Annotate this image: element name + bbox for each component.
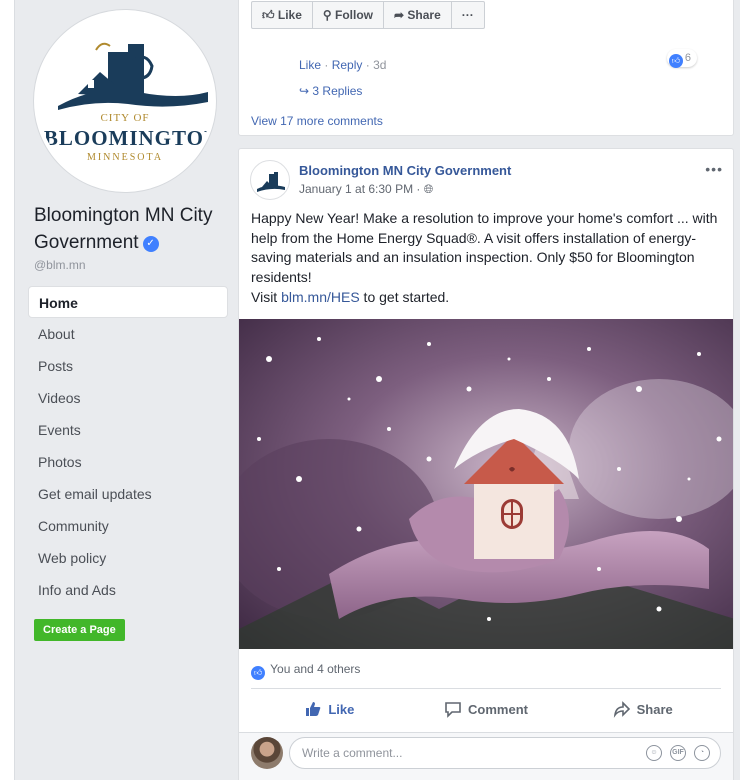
comment-input[interactable]: Write a comment... ☺ GIF ◔	[289, 737, 721, 769]
sticker-icon[interactable]: ◔	[694, 745, 710, 761]
separator-dot: ·	[365, 58, 374, 72]
previous-post-card: 👍︎ Like ⚲ Follow ➦ Share ··· Like · Repl…	[238, 0, 734, 136]
post-link-line: Visit blm.mn/HES to get started.	[251, 289, 449, 305]
page-share-button[interactable]: ➦ Share	[384, 2, 452, 28]
follow-button[interactable]: ⚲ Follow	[313, 2, 385, 28]
post-share-button[interactable]: Share	[564, 694, 721, 726]
logo-city-of-text: CITY OF	[100, 112, 150, 124]
post-author-link[interactable]: Bloomington MN City Government	[299, 163, 511, 178]
nav-item-videos[interactable]: Videos	[28, 382, 228, 414]
city-skyline-logo-icon	[58, 42, 208, 110]
share-arrow-icon: ➦	[394, 8, 408, 22]
post-link-suffix: to get started.	[359, 289, 450, 305]
page-action-bar: 👍︎ Like ⚲ Follow ➦ Share ···	[251, 1, 485, 29]
post-like-button[interactable]: Like	[251, 694, 408, 726]
page-like-button[interactable]: 👍︎ Like	[252, 2, 313, 28]
reply-arrow-icon: ↪	[299, 84, 313, 98]
comment-placeholder: Write a comment...	[302, 746, 403, 760]
thumbs-up-icon: 👍︎	[262, 8, 278, 22]
comment-reply-link[interactable]: Reply	[332, 58, 363, 72]
nav-item-events[interactable]: Events	[28, 414, 228, 446]
page-profile-picture[interactable]: CITY OF BLOOMINGTON MINNESOTA	[34, 10, 216, 192]
post-timestamp[interactable]: January 1 at 6:30 PM · 🌐︎	[299, 182, 433, 197]
post-card: Bloomington MN City Government January 1…	[238, 148, 734, 780]
nav-item-info-and-ads[interactable]: Info and Ads	[28, 574, 228, 606]
comment-actions: Like · Reply · 3d	[299, 58, 386, 72]
post-link-prefix: Visit	[251, 289, 282, 305]
emoji-icon[interactable]: ☺	[646, 745, 662, 761]
nav-item-posts[interactable]: Posts	[28, 350, 228, 382]
city-logo-icon	[257, 172, 285, 192]
current-user-avatar[interactable]	[251, 737, 283, 769]
comment-timestamp[interactable]: 3d	[373, 58, 386, 72]
page-title[interactable]: Bloomington MN City Government ✓	[34, 202, 224, 256]
nav-item-about[interactable]: About	[28, 318, 228, 350]
more-options-button[interactable]: ···	[452, 2, 484, 28]
post-like-label: Like	[328, 702, 355, 717]
view-replies-link[interactable]: ↪ 3 Replies	[299, 84, 362, 98]
rss-icon: ⚲	[322, 8, 336, 22]
nav-item-home[interactable]: Home	[28, 286, 228, 318]
post-comment-label: Comment	[468, 702, 528, 717]
replies-label: 3 Replies	[312, 84, 363, 98]
logo-city-name-text: BLOOMINGTON	[43, 126, 216, 150]
reactions-summary-text: You and 4 others	[270, 662, 361, 676]
author-avatar[interactable]	[250, 160, 290, 200]
create-page-button[interactable]: Create a Page	[34, 619, 125, 641]
reaction-count-text: 6	[684, 52, 691, 64]
page-handle[interactable]: @blm.mn	[34, 258, 86, 272]
post-actions: Like Comment Share	[251, 694, 721, 726]
share-arrow-icon	[613, 701, 630, 718]
page-like-label: Like	[277, 8, 302, 22]
reactions-summary[interactable]: 👍︎ You and 4 others	[251, 662, 360, 680]
nav-item-web-policy[interactable]: Web policy	[28, 542, 228, 574]
nav-item-community[interactable]: Community	[28, 510, 228, 542]
comment-tools: ☺ GIF ◔	[646, 738, 710, 768]
nav-item-photos[interactable]: Photos	[28, 446, 228, 478]
post-timestamp-text: January 1 at 6:30 PM	[299, 182, 414, 196]
like-reaction-icon: 👍︎	[668, 54, 683, 68]
snowy-house-photo	[239, 319, 733, 649]
logo-state-text: MINNESOTA	[86, 152, 164, 163]
comment-reaction-count[interactable]: 👍︎ 6	[666, 49, 697, 68]
view-more-comments-link[interactable]: View 17 more comments	[251, 114, 383, 128]
post-body-text: Happy New Year! Make a resolution to imp…	[251, 210, 718, 285]
comment-composer: Write a comment... ☺ GIF ◔	[239, 733, 733, 780]
post-photo[interactable]	[239, 319, 733, 649]
post-link[interactable]: blm.mn/HES	[281, 289, 360, 305]
like-reaction-icon: 👍︎	[251, 666, 265, 680]
post-options-button[interactable]: •••	[705, 161, 723, 177]
page-title-text: Bloomington MN City Government	[34, 205, 213, 253]
post-comment-button[interactable]: Comment	[408, 694, 565, 726]
page-share-label: Share	[407, 8, 441, 22]
globe-icon: 🌐︎	[423, 182, 434, 196]
verified-badge-icon: ✓	[142, 236, 159, 252]
follow-label: Follow	[335, 8, 374, 22]
speech-bubble-icon	[445, 702, 461, 718]
divider	[251, 688, 721, 689]
separator-dot: ·	[324, 58, 332, 72]
thumbs-up-icon	[306, 702, 321, 716]
page-nav: Home About Posts Videos Events Photos Ge…	[28, 286, 228, 606]
nav-item-email-updates[interactable]: Get email updates	[28, 478, 228, 510]
comment-like-link[interactable]: Like	[299, 58, 321, 72]
gif-icon[interactable]: GIF	[670, 745, 686, 761]
post-share-label: Share	[636, 702, 673, 717]
